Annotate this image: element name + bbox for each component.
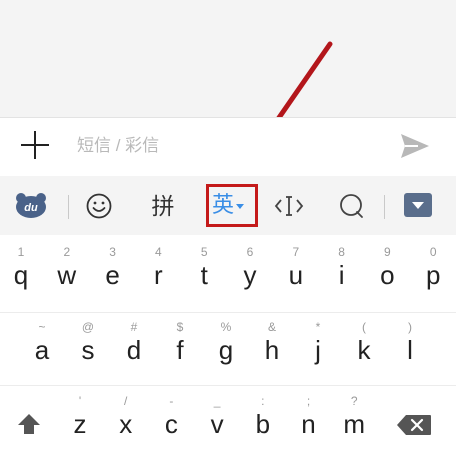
key-letter: h — [264, 335, 280, 365]
key-b[interactable]: :b — [241, 394, 285, 437]
key-hint: 7 — [292, 245, 300, 259]
key-hint: 2 — [63, 245, 71, 259]
toolbar-divider — [384, 195, 385, 219]
key-letter: u — [288, 260, 304, 290]
emoji-icon[interactable] — [86, 193, 112, 219]
key-letter: b — [255, 409, 271, 439]
key-letter: w — [57, 260, 77, 290]
key-hint: $ — [176, 320, 184, 334]
key-hint: 9 — [384, 245, 391, 259]
key-k[interactable]: (k — [342, 320, 386, 363]
key-a[interactable]: ~ a — [20, 320, 64, 363]
chevron-down-icon — [236, 203, 245, 209]
key-l[interactable]: ) l — [388, 320, 432, 363]
key-hint: * — [315, 320, 321, 334]
key-v[interactable]: _ v — [195, 394, 239, 437]
key-hint: _ — [213, 394, 221, 408]
key-letter: q — [13, 260, 29, 290]
key-letter: s — [81, 335, 95, 365]
toolbar-divider — [68, 195, 69, 219]
search-icon[interactable] — [338, 193, 364, 219]
key-letter: v — [210, 409, 224, 439]
english-mode-button[interactable]: 英 — [212, 191, 252, 219]
message-input[interactable]: 短信 / 彩信 — [77, 134, 377, 158]
key-letter: m — [343, 409, 366, 439]
key-hint: : — [261, 394, 265, 408]
key-letter: c — [164, 409, 178, 439]
key-hint: 6 — [246, 245, 254, 259]
key-t[interactable]: 5t — [182, 245, 226, 288]
key-h[interactable]: & h — [250, 320, 294, 363]
key-hint: ( — [362, 320, 366, 334]
key-p[interactable]: 0p — [411, 245, 455, 288]
key-letter: a — [34, 335, 50, 365]
shift-icon[interactable] — [16, 412, 42, 436]
key-hint: 1 — [17, 245, 25, 259]
key-hint: ~ — [38, 320, 46, 334]
key-letter: p — [425, 260, 441, 290]
key-j[interactable]: * j — [296, 320, 340, 363]
plus-icon[interactable] — [21, 131, 49, 159]
baidu-ime-logo-icon[interactable]: du — [15, 192, 47, 218]
key-letter: i — [338, 260, 345, 290]
key-f[interactable]: $ f — [158, 320, 202, 363]
key-hint: / — [124, 394, 128, 408]
key-c[interactable]: -c — [149, 394, 193, 437]
keyboard-collapse-icon[interactable] — [403, 192, 433, 218]
key-i[interactable]: 8i — [320, 245, 364, 288]
key-letter: x — [119, 409, 133, 439]
message-area — [0, 0, 456, 117]
key-letter: r — [154, 260, 163, 290]
key-e[interactable]: 3e — [91, 245, 135, 288]
english-mode-label: 英 — [212, 192, 235, 217]
key-hint: 0 — [429, 245, 437, 259]
key-letter: y — [243, 260, 257, 290]
key-q[interactable]: 1q — [0, 245, 43, 288]
key-letter: z — [73, 409, 87, 439]
key-letter: l — [407, 335, 413, 365]
key-letter: j — [315, 335, 321, 365]
key-s[interactable]: @ s — [66, 320, 110, 363]
row-divider — [0, 312, 456, 313]
key-w[interactable]: 2w — [45, 245, 89, 288]
key-hint: 5 — [200, 245, 208, 259]
key-m[interactable]: ? m — [332, 394, 376, 437]
key-letter: d — [126, 335, 142, 365]
row-divider — [0, 385, 456, 386]
key-z[interactable]: ' z — [58, 394, 102, 437]
key-hint: @ — [81, 320, 95, 334]
backspace-icon[interactable] — [396, 414, 432, 436]
key-letter: g — [218, 335, 234, 365]
key-hint: ? — [350, 394, 358, 408]
key-g[interactable]: % g — [204, 320, 248, 363]
key-hint: - — [169, 394, 174, 408]
key-hint: ) — [408, 320, 412, 334]
key-r[interactable]: 4r — [136, 245, 180, 288]
key-hint: ' — [78, 394, 82, 408]
key-hint: # — [130, 320, 138, 334]
key-y[interactable]: 6y — [228, 245, 272, 288]
key-letter: o — [380, 260, 395, 290]
key-letter: n — [301, 409, 316, 439]
key-hint: 8 — [338, 245, 345, 259]
svg-text:du: du — [24, 202, 38, 214]
send-icon[interactable] — [400, 133, 430, 159]
key-n[interactable]: ; n — [287, 394, 331, 437]
key-hint: % — [220, 320, 232, 334]
key-hint: & — [267, 320, 276, 334]
key-letter: k — [357, 335, 371, 365]
pinyin-mode-button[interactable]: 拼 — [148, 192, 178, 220]
key-x[interactable]: / x — [104, 394, 148, 437]
key-letter: t — [200, 260, 208, 290]
key-letter: f — [176, 335, 184, 365]
key-hint: 4 — [155, 245, 162, 259]
key-letter: e — [105, 260, 120, 290]
key-d[interactable]: # d — [112, 320, 156, 363]
cursor-move-icon[interactable] — [273, 194, 305, 218]
key-u[interactable]: 7u — [274, 245, 318, 288]
key-hint: ; — [306, 394, 311, 408]
key-hint: 3 — [109, 245, 116, 259]
key-o[interactable]: 9o — [365, 245, 409, 288]
